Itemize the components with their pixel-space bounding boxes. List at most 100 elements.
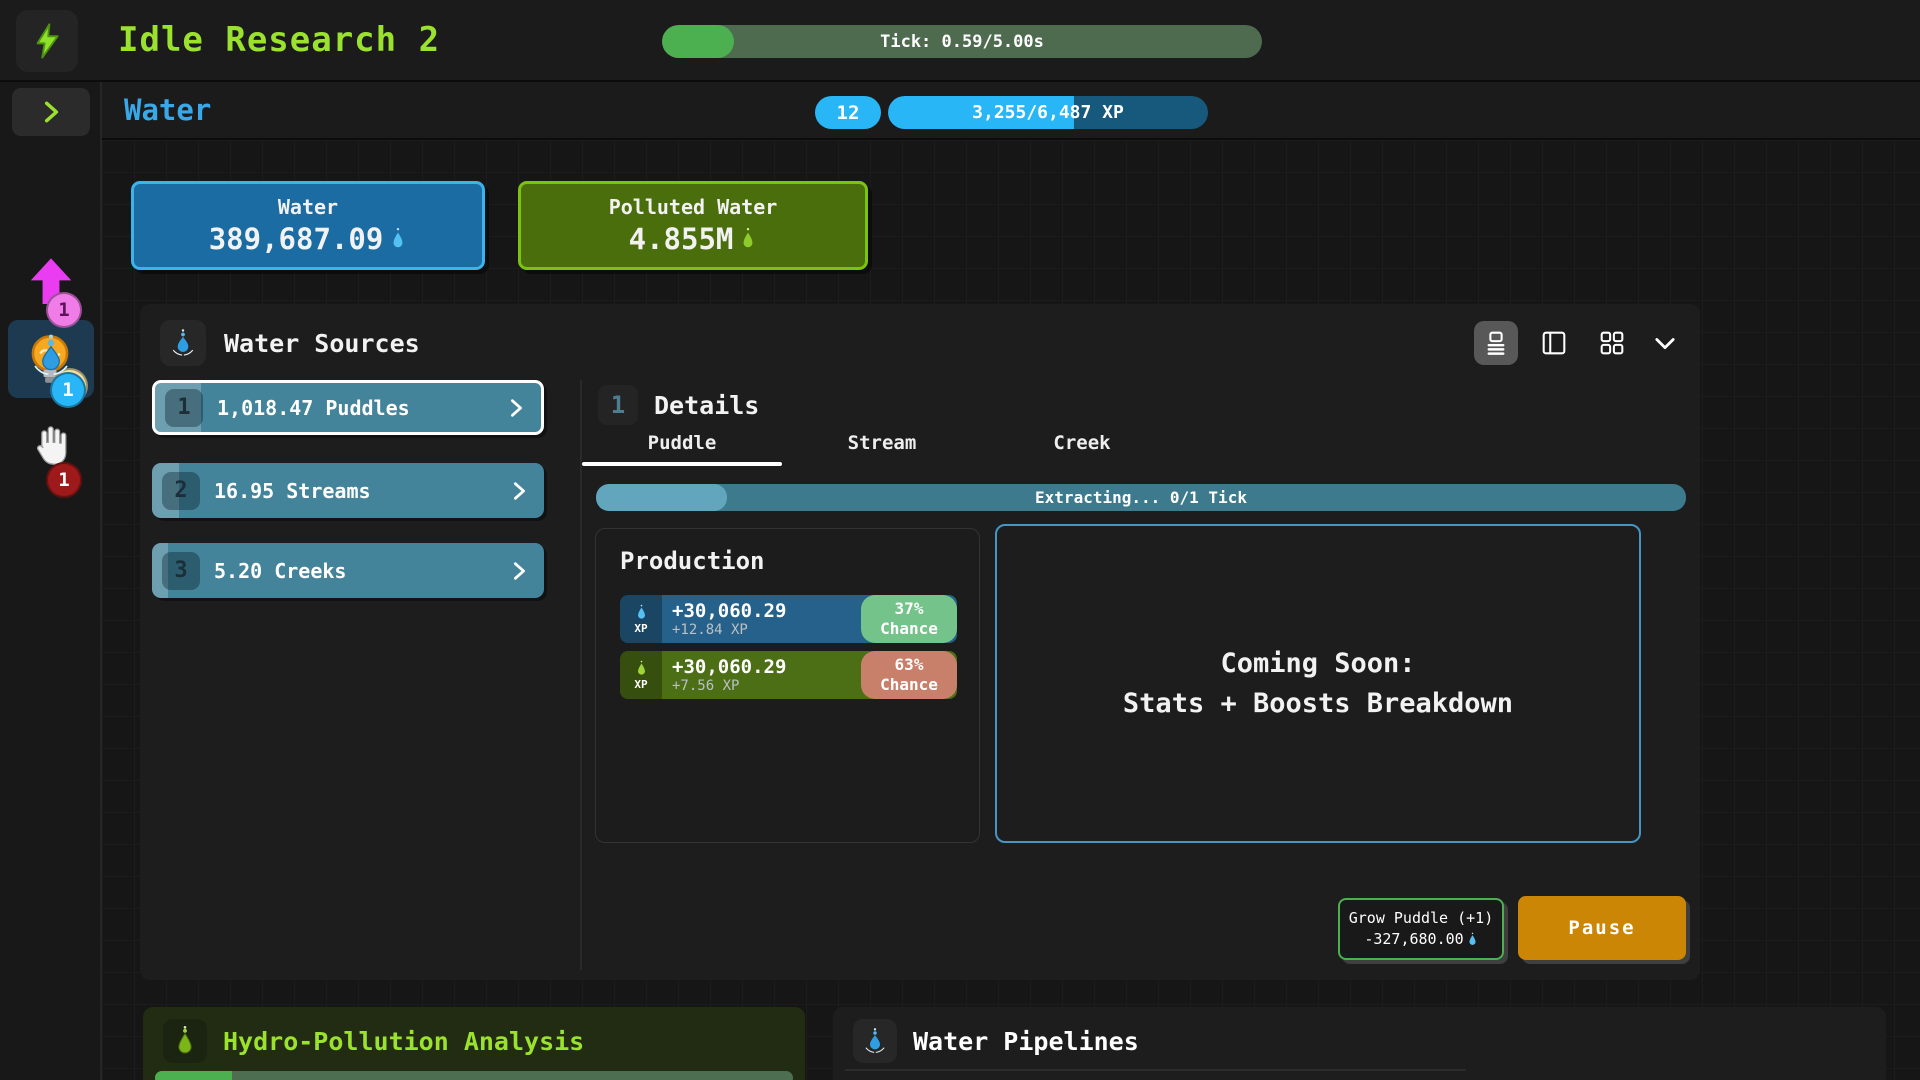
tick-progress-bar: Tick: 0.59/5.00s xyxy=(662,25,1262,58)
upgrades-badge: 1 xyxy=(46,292,82,328)
main-content: Water 389,687.09 Polluted Water 4.855M xyxy=(102,140,1920,1080)
source-row-index: 2 xyxy=(162,472,200,510)
water-drop-icon xyxy=(635,604,648,621)
hydro-pollution-panel: Hydro-Pollution Analysis xyxy=(143,1007,805,1080)
xp-badge: XP xyxy=(634,622,647,635)
sidebar-item-manual[interactable]: 1 xyxy=(0,420,100,496)
grow-button-cost: -327,680.00 xyxy=(1364,929,1463,950)
tab-puddle[interactable]: Puddle xyxy=(582,426,782,466)
production-amount: +30,060.29 xyxy=(672,656,786,678)
app-title: Idle Research 2 xyxy=(118,20,440,60)
chevron-right-icon xyxy=(38,99,64,125)
collapse-panel-button[interactable] xyxy=(1648,321,1682,365)
water-card-value: 389,687.09 xyxy=(209,222,384,256)
panel-column-divider xyxy=(580,380,582,970)
coming-soon-line2: Stats + Boosts Breakdown xyxy=(1123,684,1513,723)
water-sources-panel: Water Sources xyxy=(140,304,1700,980)
source-row-index: 3 xyxy=(162,552,200,590)
chance-badge: 37% Chance xyxy=(861,595,957,643)
view-toolbar xyxy=(1474,320,1682,366)
lightning-bolt-icon xyxy=(28,22,66,60)
production-row-water: XP +30,060.29 +12.84 XP 37% Chance xyxy=(620,595,957,643)
pause-button-label: Pause xyxy=(1568,917,1635,939)
sidebar-expand-button[interactable] xyxy=(12,88,90,136)
polluted-drop-icon xyxy=(163,1019,207,1063)
production-panel: Production XP +30,060.29 +12.84 XP 37% C… xyxy=(595,528,980,843)
top-bar: Idle Research 2 Tick: 0.59/5.00s xyxy=(0,0,1920,82)
polluted-card-label: Polluted Water xyxy=(609,195,778,219)
polluted-water-resource-card: Polluted Water 4.855M xyxy=(518,181,868,270)
details-title: Details xyxy=(654,385,759,425)
xp-progress-label: 3,255/6,487 XP xyxy=(888,96,1208,129)
production-row-icons: XP xyxy=(620,595,662,643)
tab-stream[interactable]: Stream xyxy=(782,426,982,466)
production-xp: +12.84 XP xyxy=(672,622,786,638)
source-row-puddles[interactable]: 1 1,018.47 Puddles xyxy=(152,380,544,435)
polluted-card-value: 4.855M xyxy=(629,222,734,256)
water-drop-icon xyxy=(853,1019,897,1063)
chance-label: Chance xyxy=(880,619,938,639)
rows-view-icon xyxy=(1481,328,1511,358)
production-row-icons: XP xyxy=(620,651,662,699)
production-title: Production xyxy=(620,547,765,575)
xp-badge: XP xyxy=(634,678,647,691)
water-drop-icon xyxy=(389,227,407,251)
hydro-progress-bar xyxy=(155,1071,793,1080)
hydro-pollution-title: Hydro-Pollution Analysis xyxy=(223,1019,584,1063)
sidebar-item-water-hit[interactable]: 1 xyxy=(0,328,100,412)
coming-soon-line1: Coming Soon: xyxy=(1220,644,1415,683)
hydro-progress-fill xyxy=(155,1071,232,1080)
grid-view-icon xyxy=(1597,328,1627,358)
production-row-polluted: XP +30,060.29 +7.56 XP 63% Chance xyxy=(620,651,957,699)
columns-view-icon xyxy=(1539,328,1569,358)
water-pipelines-panel: Water Pipelines xyxy=(833,1007,1886,1080)
chevron-right-icon xyxy=(508,560,530,582)
sidebar: 1 1 1 xyxy=(0,82,102,1080)
page-header-bar: Water 12 3,255/6,487 XP xyxy=(102,82,1920,140)
water-card-label: Water xyxy=(278,195,338,219)
sidebar-item-upgrades[interactable]: 1 xyxy=(0,254,100,324)
source-row-index: 1 xyxy=(165,389,203,427)
chance-percent: 37% xyxy=(895,599,924,619)
grow-puddle-button[interactable]: Grow Puddle (+1) -327,680.00 xyxy=(1338,898,1504,960)
list-view-button[interactable] xyxy=(1474,321,1518,365)
polluted-drop-icon xyxy=(739,227,757,251)
source-row-creeks[interactable]: 3 5.20 Creeks xyxy=(152,543,544,598)
pipelines-divider xyxy=(845,1069,1466,1071)
source-row-streams[interactable]: 2 16.95 Streams xyxy=(152,463,544,518)
water-resource-card: Water 389,687.09 xyxy=(131,181,485,270)
chevron-right-icon xyxy=(508,480,530,502)
level-badge: 12 xyxy=(815,96,881,129)
chevron-right-icon xyxy=(505,397,527,419)
production-amount: +30,060.29 xyxy=(672,600,786,622)
page-title: Water xyxy=(124,93,211,127)
water-sources-title: Water Sources xyxy=(224,320,420,366)
water-badge: 1 xyxy=(50,372,86,408)
details-index-badge: 1 xyxy=(598,385,638,425)
app-logo-button[interactable] xyxy=(16,10,78,72)
manual-badge: 1 xyxy=(46,462,82,498)
source-row-label: 1,018.47 Puddles xyxy=(217,396,410,420)
chance-label: Chance xyxy=(880,675,938,695)
coming-soon-box: Coming Soon: Stats + Boosts Breakdown xyxy=(995,524,1641,843)
chevron-down-icon xyxy=(1651,329,1679,357)
xp-progress-bar: 3,255/6,487 XP xyxy=(888,96,1208,129)
grid-view-button[interactable] xyxy=(1590,321,1634,365)
extract-progress-label: Extracting... 0/1 Tick xyxy=(596,484,1686,511)
tick-progress-label: Tick: 0.59/5.00s xyxy=(662,25,1262,58)
water-drop-icon xyxy=(1467,932,1478,947)
water-pipelines-title: Water Pipelines xyxy=(913,1019,1139,1063)
polluted-drop-icon xyxy=(635,660,648,677)
production-xp: +7.56 XP xyxy=(672,678,786,694)
source-row-label: 16.95 Streams xyxy=(214,479,371,503)
details-tabs: Puddle Stream Creek xyxy=(582,426,1182,466)
tab-creek[interactable]: Creek xyxy=(982,426,1182,466)
panel-view-button[interactable] xyxy=(1532,321,1576,365)
grow-button-line1: Grow Puddle (+1) xyxy=(1349,908,1494,929)
chance-badge: 63% Chance xyxy=(861,651,957,699)
pause-button[interactable]: Pause xyxy=(1518,896,1686,960)
source-row-label: 5.20 Creeks xyxy=(214,559,346,583)
water-drop-icon xyxy=(160,320,206,366)
chance-percent: 63% xyxy=(895,655,924,675)
extract-progress-bar: Extracting... 0/1 Tick xyxy=(596,484,1686,511)
